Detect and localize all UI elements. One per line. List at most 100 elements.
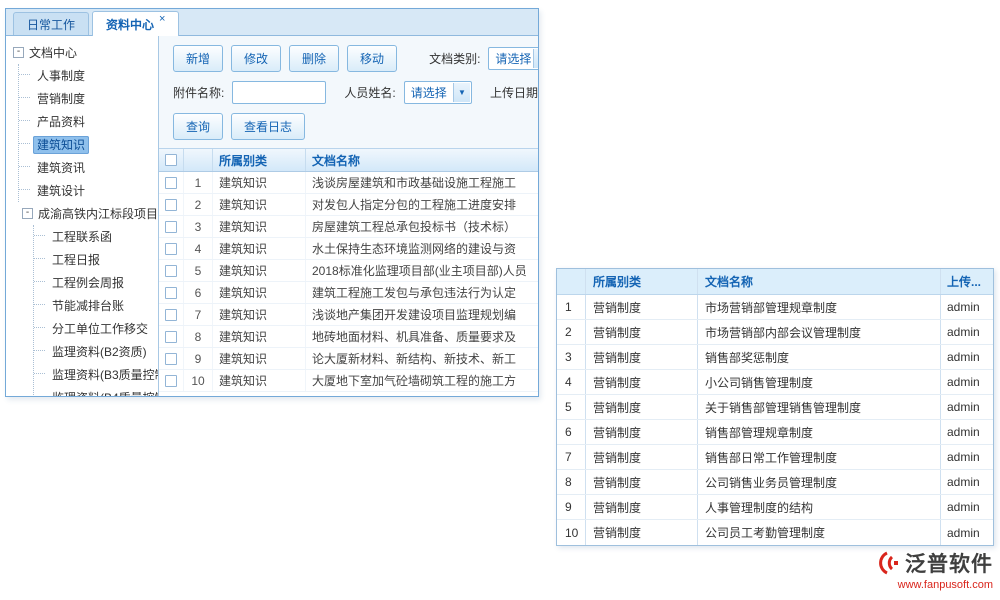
tab-data-center[interactable]: 资料中心 × <box>92 11 179 36</box>
row-category: 营销制度 <box>585 520 697 545</box>
table-row[interactable]: 9 建筑知识 论大厦新材料、新结构、新技术、新工 <box>159 348 538 370</box>
table-row[interactable]: 10 建筑知识 大厦地下室加气砼墙砌筑工程的施工方 <box>159 370 538 392</box>
row-checkbox[interactable] <box>165 221 177 233</box>
grid-header-name[interactable]: 文档名称 <box>306 149 538 171</box>
tree-item-supervision-b3[interactable]: 监理资料(B3质量控制) <box>34 363 158 386</box>
document-grid: 所属别类 文档名称 1 建筑知识 浅谈房屋建筑和市政基础设施工程施工 2 建筑知… <box>159 148 538 396</box>
float-header-category[interactable]: 所属别类 <box>585 269 697 294</box>
tree-item-building-knowledge[interactable]: 建筑知识 <box>19 133 158 156</box>
row-category: 营销制度 <box>585 495 697 519</box>
chevron-down-icon[interactable]: ▼ <box>533 49 538 68</box>
delete-button[interactable]: 删除 <box>289 45 339 72</box>
tree-item-marketing-rules[interactable]: 营销制度 <box>19 87 158 110</box>
row-checkbox[interactable] <box>165 331 177 343</box>
screen: 日常工作 资料中心 × - 文档中心 人事制度 营销制度 产品资料 建筑知识 建… <box>0 0 1000 600</box>
table-row[interactable]: 2 建筑知识 对发包人指定分包的工程施工进度安排 <box>159 194 538 216</box>
table-row[interactable]: 5 建筑知识 2018标准化监理项目部(业主项目部)人员 <box>159 260 538 282</box>
table-row[interactable]: 9 营销制度 人事管理制度的结构 admin <box>557 495 993 520</box>
table-row[interactable]: 4 营销制度 小公司销售管理制度 admin <box>557 370 993 395</box>
modify-button[interactable]: 修改 <box>231 45 281 72</box>
toolbar-row-2: 附件名称: 人员姓名: 请选择 ▼ 上传日期 <box>159 81 538 104</box>
tree-item-building-design[interactable]: 建筑设计 <box>19 179 158 202</box>
row-uploader: admin <box>940 370 993 394</box>
category-select-value: 请选择 <box>495 50 531 67</box>
tree-item-supervision-b4[interactable]: 监理资料(B4质量控制) <box>34 386 158 396</box>
tree-item-energy-ledger[interactable]: 节能减排台账 <box>34 294 158 317</box>
table-row[interactable]: 3 建筑知识 房屋建筑工程总承包投标书（技术标） <box>159 216 538 238</box>
row-number: 7 <box>557 445 585 469</box>
row-checkbox[interactable] <box>165 375 177 387</box>
row-checkbox[interactable] <box>165 309 177 321</box>
close-tab-icon[interactable]: × <box>159 13 165 25</box>
tree-item-hr-rules[interactable]: 人事制度 <box>19 64 158 87</box>
chevron-down-icon[interactable]: ▼ <box>453 83 470 102</box>
table-row[interactable]: 2 营销制度 市场营销部内部会议管理制度 admin <box>557 320 993 345</box>
tree-item-work-transfer[interactable]: 分工单位工作移交 <box>34 317 158 340</box>
table-row[interactable]: 6 建筑知识 建筑工程施工发包与承包违法行为认定 <box>159 282 538 304</box>
tree-item-label: 监理资料(B3质量控制) <box>48 366 159 384</box>
person-select[interactable]: 请选择 ▼ <box>404 81 472 104</box>
view-log-button[interactable]: 查看日志 <box>231 113 305 140</box>
row-checkbox[interactable] <box>165 243 177 255</box>
tree-node-document-center[interactable]: - 文档中心 <box>13 41 158 64</box>
grid-header-category[interactable]: 所属别类 <box>213 149 306 171</box>
row-uploader: admin <box>940 420 993 444</box>
row-number: 10 <box>184 370 213 391</box>
tab-daily-work[interactable]: 日常工作 <box>13 12 89 35</box>
row-doc-name: 销售部管理规章制度 <box>697 420 940 444</box>
row-checkbox[interactable] <box>165 353 177 365</box>
attachment-input[interactable] <box>232 81 326 104</box>
move-button[interactable]: 移动 <box>347 45 397 72</box>
table-row[interactable]: 1 营销制度 市场营销部管理规章制度 admin <box>557 295 993 320</box>
row-number: 8 <box>557 470 585 494</box>
table-row[interactable]: 7 建筑知识 浅谈地产集团开发建设项目监理规划编 <box>159 304 538 326</box>
row-category: 建筑知识 <box>213 194 306 215</box>
tree-item-weekly-meeting[interactable]: 工程例会周报 <box>34 271 158 294</box>
person-select-value: 请选择 <box>411 84 447 101</box>
row-doc-name: 建筑工程施工发包与承包违法行为认定 <box>306 282 538 303</box>
table-row[interactable]: 4 建筑知识 水土保持生态环境监测网络的建设与资 <box>159 238 538 260</box>
row-uploader: admin <box>940 395 993 419</box>
float-header-uploader[interactable]: 上传... <box>940 269 993 294</box>
table-row[interactable]: 7 营销制度 销售部日常工作管理制度 admin <box>557 445 993 470</box>
tree-item-building-news[interactable]: 建筑资讯 <box>19 156 158 179</box>
row-checkbox[interactable] <box>165 177 177 189</box>
table-row[interactable]: 10 营销制度 公司员工考勤管理制度 admin <box>557 520 993 545</box>
tree-item-label: 分工单位工作移交 <box>48 320 152 338</box>
collapse-icon[interactable]: - <box>22 208 33 219</box>
tree-node-project[interactable]: - 成渝高铁内江标段项目 <box>22 202 158 225</box>
row-category: 营销制度 <box>585 345 697 369</box>
window-body: - 文档中心 人事制度 营销制度 产品资料 建筑知识 建筑资讯 建筑设计 - 成… <box>6 36 538 396</box>
tree-item-supervision-b2[interactable]: 监理资料(B2资质) <box>34 340 158 363</box>
tree-item-label: 建筑资讯 <box>33 159 89 177</box>
grid-header: 所属别类 文档名称 <box>159 149 538 172</box>
collapse-icon[interactable]: - <box>13 47 24 58</box>
tree-item-label: 工程联系函 <box>48 228 116 246</box>
row-doc-name: 市场营销部管理规章制度 <box>697 295 940 319</box>
row-doc-name: 地砖地面材料、机具准备、质量要求及 <box>306 326 538 347</box>
table-row[interactable]: 8 建筑知识 地砖地面材料、机具准备、质量要求及 <box>159 326 538 348</box>
select-all-checkbox[interactable] <box>165 154 177 166</box>
row-checkbox[interactable] <box>165 265 177 277</box>
table-row[interactable]: 8 营销制度 公司销售业务员管理制度 admin <box>557 470 993 495</box>
row-uploader: admin <box>940 445 993 469</box>
tree-branch-project: 工程联系函 工程日报 工程例会周报 节能减排台账 分工单位工作移交 监理资料(B… <box>33 225 158 396</box>
table-row[interactable]: 6 营销制度 销售部管理规章制度 admin <box>557 420 993 445</box>
row-doc-name: 销售部日常工作管理制度 <box>697 445 940 469</box>
category-select[interactable]: 请选择 ▼ <box>488 47 538 70</box>
tree-item-product-docs[interactable]: 产品资料 <box>19 110 158 133</box>
row-checkbox[interactable] <box>165 287 177 299</box>
tree-item-contact-letter[interactable]: 工程联系函 <box>34 225 158 248</box>
row-checkbox[interactable] <box>165 199 177 211</box>
float-header-name[interactable]: 文档名称 <box>697 269 940 294</box>
table-row[interactable]: 3 营销制度 销售部奖惩制度 admin <box>557 345 993 370</box>
row-number: 4 <box>557 370 585 394</box>
query-button[interactable]: 查询 <box>173 113 223 140</box>
table-row[interactable]: 1 建筑知识 浅谈房屋建筑和市政基础设施工程施工 <box>159 172 538 194</box>
toolbar-row-1: 新增 修改 删除 移动 文档类别: 请选择 ▼ 文档 <box>159 45 538 72</box>
row-doc-name: 市场营销部内部会议管理制度 <box>697 320 940 344</box>
row-doc-name: 浅谈地产集团开发建设项目监理规划编 <box>306 304 538 325</box>
tree-item-daily-report[interactable]: 工程日报 <box>34 248 158 271</box>
table-row[interactable]: 5 营销制度 关于销售部管理销售管理制度 admin <box>557 395 993 420</box>
add-button[interactable]: 新增 <box>173 45 223 72</box>
